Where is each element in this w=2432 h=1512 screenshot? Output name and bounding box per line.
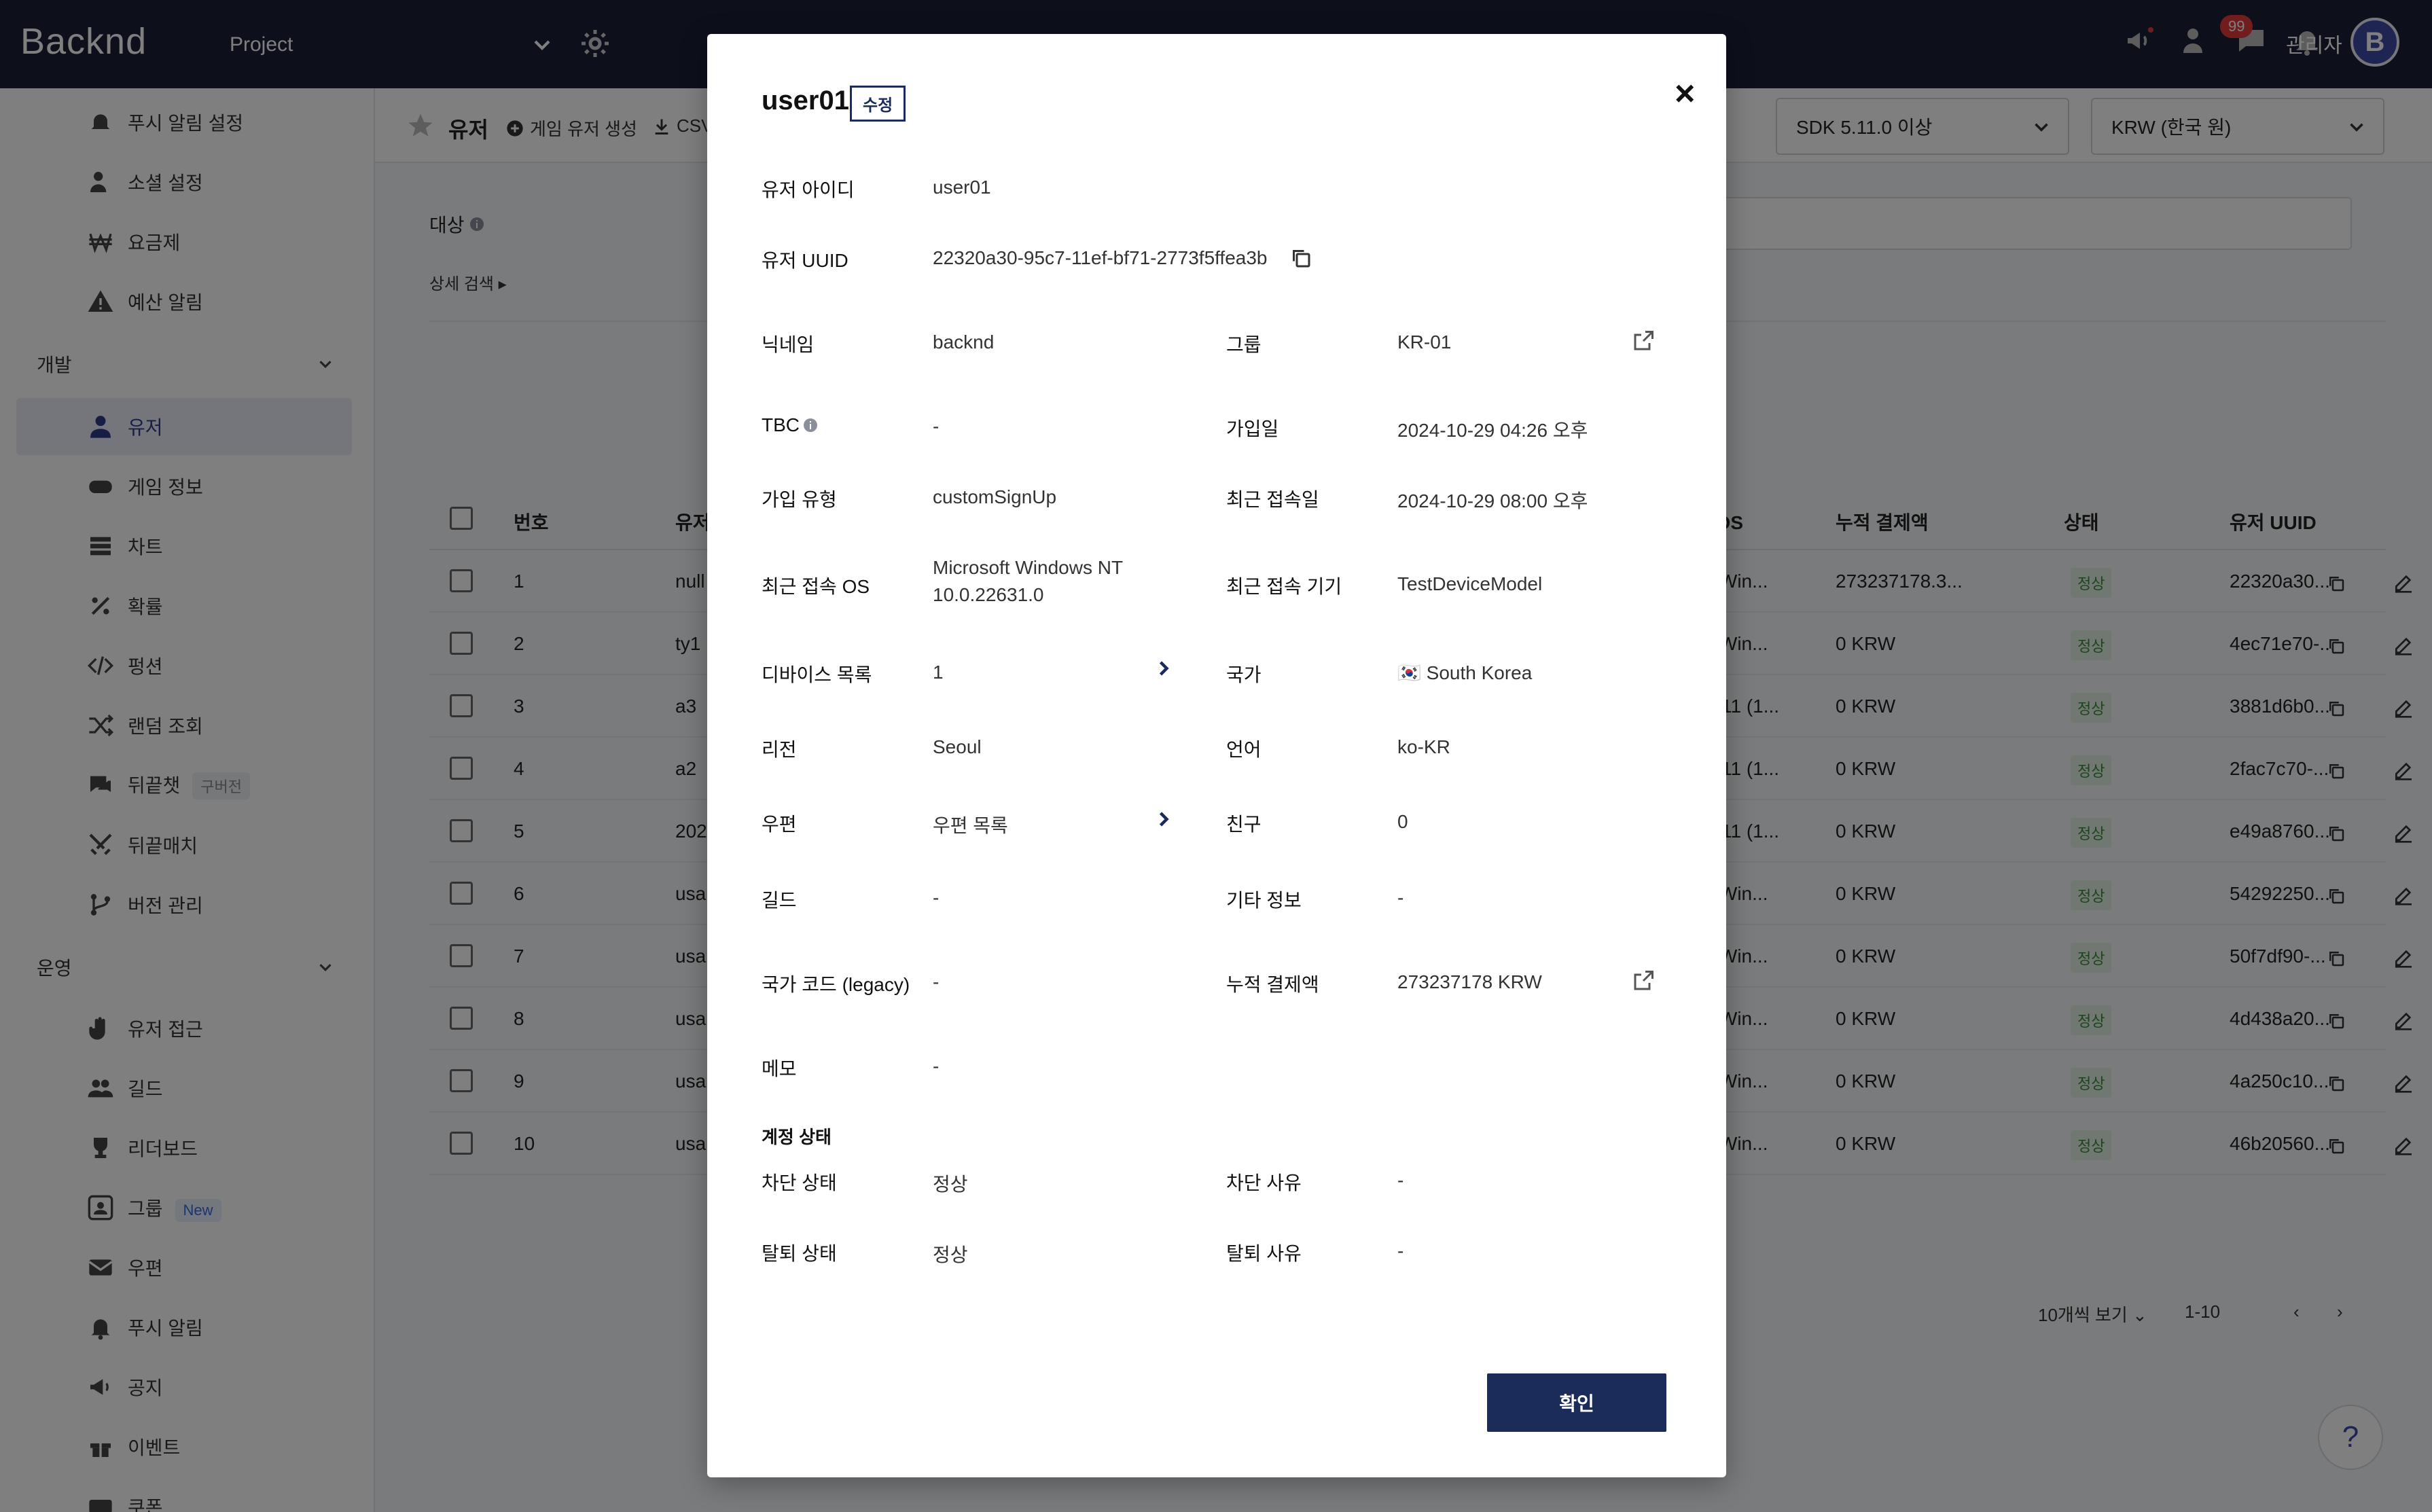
last-os-label: 최근 접속 OS xyxy=(762,576,870,597)
user-id-label: 유저 아이디 xyxy=(762,179,855,200)
copy-icon[interactable] xyxy=(1289,246,1313,270)
joined-value: 2024-10-29 04:26 오후 xyxy=(1397,420,1588,441)
withdraw-reason-value: - xyxy=(1397,1240,1404,1261)
region-value: Seoul xyxy=(933,736,982,757)
withdraw-reason-label: 탈퇴 사유 xyxy=(1226,1243,1302,1264)
country-label: 국가 xyxy=(1226,664,1262,685)
country-code-label: 국가 코드 (legacy) xyxy=(762,974,910,995)
region-label: 리전 xyxy=(762,739,797,760)
nickname-label: 닉네임 xyxy=(762,334,815,355)
korea-flag-icon: 🇰🇷 xyxy=(1397,662,1421,683)
join-type-value: customSignUp xyxy=(933,486,1057,507)
last-device-value: TestDeviceModel xyxy=(1397,573,1543,594)
mail-list-link[interactable]: 우편 목록 xyxy=(933,811,1008,838)
uuid-label: 유저 UUID xyxy=(762,250,848,271)
language-label: 언어 xyxy=(1226,739,1262,760)
guild-value: - xyxy=(933,887,940,908)
external-link-icon[interactable] xyxy=(1631,329,1656,353)
friends-value: 0 xyxy=(1397,811,1408,832)
mail-label: 우편 xyxy=(762,814,797,835)
last-access-value: 2024-10-29 08:00 오후 xyxy=(1397,490,1588,511)
close-icon[interactable]: × xyxy=(1675,76,1695,111)
etc-label: 기타 정보 xyxy=(1226,890,1302,911)
tbc-value: - xyxy=(933,416,940,437)
chevron-right-icon[interactable] xyxy=(1151,807,1176,831)
last-os-line2: 10.0.22631.0 xyxy=(933,584,1044,605)
block-status-value: 정상 xyxy=(933,1174,968,1195)
withdraw-status-value: 정상 xyxy=(933,1244,968,1265)
info-icon[interactable] xyxy=(802,417,819,433)
tbc-label-text: TBC xyxy=(762,414,800,435)
modal-title: user01 xyxy=(762,86,849,115)
account-status-title: 계정 상태 xyxy=(762,1127,831,1147)
block-reason-label: 차단 사유 xyxy=(1226,1172,1302,1193)
group-value: KR-01 xyxy=(1397,331,1452,353)
friends-label: 친구 xyxy=(1226,814,1262,835)
edit-button[interactable]: 수정 xyxy=(850,86,906,122)
tbc-label: TBC xyxy=(762,414,819,436)
country-value: 🇰🇷 South Korea xyxy=(1397,662,1532,684)
block-reason-value: - xyxy=(1397,1170,1404,1191)
joined-label: 가입일 xyxy=(1226,418,1279,439)
block-status-label: 차단 상태 xyxy=(762,1172,837,1193)
user-detail-modal: user01 수정 × 유저 아이디 user01 유저 UUID 22320a… xyxy=(707,34,1726,1477)
memo-value: - xyxy=(933,1056,940,1077)
country-name: South Korea xyxy=(1426,662,1533,683)
language-value: ko-KR xyxy=(1397,736,1450,757)
withdraw-status-label: 탈퇴 상태 xyxy=(762,1243,837,1264)
uuid-value: 22320a30-95c7-11ef-bf71-2773f5ffea3b xyxy=(933,247,1268,268)
total-paid-value: 273237178 KRW xyxy=(1397,971,1542,992)
etc-value: - xyxy=(1397,887,1404,908)
group-label: 그룹 xyxy=(1226,334,1262,355)
last-access-label: 최근 접속일 xyxy=(1226,489,1319,510)
last-device-label: 최근 접속 기기 xyxy=(1226,576,1342,597)
country-code-value: - xyxy=(933,971,940,992)
nickname-value: backnd xyxy=(933,331,995,353)
devices-value: 1 xyxy=(933,662,944,683)
guild-label: 길드 xyxy=(762,890,797,911)
devices-label: 디바이스 목록 xyxy=(762,664,872,685)
confirm-button[interactable]: 확인 xyxy=(1487,1373,1666,1432)
external-link-icon[interactable] xyxy=(1631,969,1656,993)
memo-label: 메모 xyxy=(762,1058,797,1079)
last-os-line1: Microsoft Windows NT xyxy=(933,557,1124,578)
last-os-value: Microsoft Windows NT 10.0.22631.0 xyxy=(933,554,1123,609)
chevron-right-icon[interactable] xyxy=(1151,656,1176,681)
total-paid-label: 누적 결제액 xyxy=(1226,974,1319,995)
user-id-value: user01 xyxy=(933,177,991,198)
join-type-label: 가입 유형 xyxy=(762,489,837,510)
